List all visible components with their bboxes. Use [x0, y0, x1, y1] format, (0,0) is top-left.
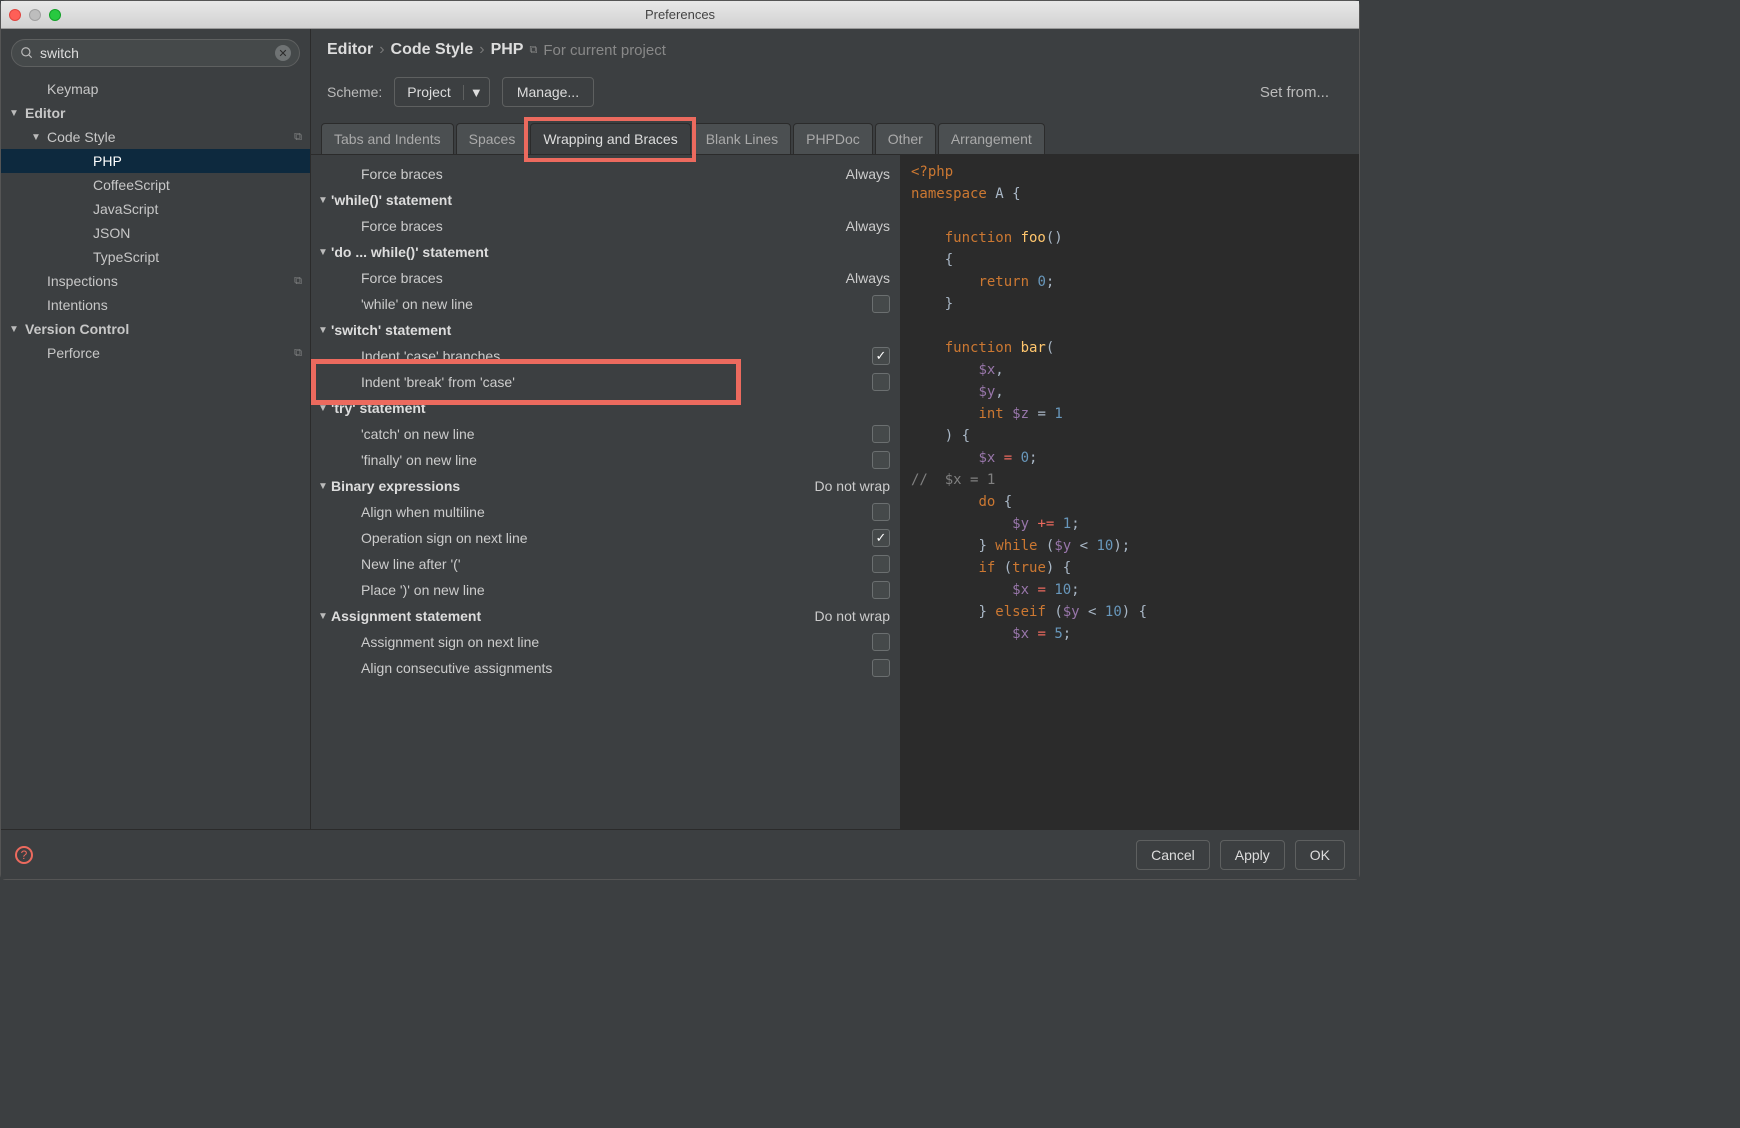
search-icon — [20, 46, 34, 60]
copy-icon: ⧉ — [294, 275, 302, 288]
option-row[interactable]: Indent 'break' from 'case' — [311, 369, 900, 395]
expand-arrow-icon: ▼ — [315, 611, 331, 622]
option-group[interactable]: ▼'switch' statement — [311, 317, 900, 343]
option-row[interactable]: 'while' on new line — [311, 291, 900, 317]
project-scope-icon: ⧉ — [529, 44, 537, 57]
tab-other[interactable]: Other — [875, 123, 936, 154]
sidebar-item-code-style[interactable]: ▼Code Style⧉ — [1, 125, 310, 149]
checkbox[interactable] — [872, 295, 890, 313]
checkbox[interactable] — [872, 529, 890, 547]
scheme-label: Scheme: — [327, 84, 382, 100]
expand-arrow-icon: ▼ — [315, 247, 331, 258]
sidebar-item-javascript[interactable]: JavaScript — [1, 197, 310, 221]
tabs: Tabs and IndentsSpacesWrapping and Brace… — [311, 117, 1359, 154]
code-preview: <?php namespace A { function foo() { ret… — [901, 155, 1359, 829]
checkbox[interactable] — [872, 555, 890, 573]
ok-button[interactable]: OK — [1295, 840, 1345, 870]
expand-arrow-icon: ▼ — [315, 195, 331, 206]
expand-arrow-icon: ▼ — [315, 325, 331, 336]
option-row[interactable]: Align consecutive assignments — [311, 655, 900, 681]
option-row[interactable]: 'catch' on new line — [311, 421, 900, 447]
options-panel: Force bracesAlways▼'while()' statementFo… — [311, 155, 901, 829]
copy-icon: ⧉ — [294, 131, 302, 144]
breadcrumb: Editor › Code Style › PHP ⧉ For current … — [311, 29, 1359, 63]
sidebar-item-json[interactable]: JSON — [1, 221, 310, 245]
checkbox[interactable] — [872, 503, 890, 521]
scheme-dropdown[interactable]: Project ▼ — [394, 77, 490, 107]
option-row[interactable]: Operation sign on next line — [311, 525, 900, 551]
search-input[interactable]: ✕ — [11, 39, 300, 67]
footer: ? Cancel Apply OK — [1, 829, 1359, 879]
tab-spaces[interactable]: Spaces — [456, 123, 529, 154]
checkbox[interactable] — [872, 633, 890, 651]
apply-button[interactable]: Apply — [1220, 840, 1285, 870]
option-row[interactable]: Place ')' on new line — [311, 577, 900, 603]
sidebar-item-perforce[interactable]: Perforce⧉ — [1, 341, 310, 365]
manage-button[interactable]: Manage... — [502, 77, 594, 107]
checkbox[interactable] — [872, 373, 890, 391]
sidebar: ✕ Keymap▼Editor▼Code Style⧉PHPCoffeeScri… — [1, 29, 311, 829]
copy-icon: ⧉ — [294, 347, 302, 360]
option-row[interactable]: Align when multiline — [311, 499, 900, 525]
main-panel: Editor › Code Style › PHP ⧉ For current … — [311, 29, 1359, 829]
option-row[interactable]: 'finally' on new line — [311, 447, 900, 473]
sidebar-item-inspections[interactable]: Inspections⧉ — [1, 269, 310, 293]
tab-blank-lines[interactable]: Blank Lines — [693, 123, 791, 154]
option-row[interactable]: Indent 'case' branches — [311, 343, 900, 369]
option-row[interactable]: Force bracesAlways — [311, 265, 900, 291]
titlebar: Preferences — [1, 1, 1359, 29]
expand-arrow-icon: ▼ — [31, 132, 45, 143]
cancel-button[interactable]: Cancel — [1136, 840, 1210, 870]
tab-wrapping-and-braces[interactable]: Wrapping and Braces — [530, 123, 690, 154]
sidebar-item-typescript[interactable]: TypeScript — [1, 245, 310, 269]
expand-arrow-icon: ▼ — [315, 403, 331, 414]
checkbox[interactable] — [872, 347, 890, 365]
tab-phpdoc[interactable]: PHPDoc — [793, 123, 873, 154]
checkbox[interactable] — [872, 581, 890, 599]
checkbox[interactable] — [872, 659, 890, 677]
option-row[interactable]: Force bracesAlways — [311, 161, 900, 187]
tab-tabs-and-indents[interactable]: Tabs and Indents — [321, 123, 454, 154]
window-title: Preferences — [1, 7, 1359, 22]
checkbox[interactable] — [872, 451, 890, 469]
help-icon[interactable]: ? — [15, 846, 33, 864]
settings-tree: Keymap▼Editor▼Code Style⧉PHPCoffeeScript… — [1, 73, 310, 829]
clear-search-icon[interactable]: ✕ — [275, 45, 291, 61]
sidebar-item-keymap[interactable]: Keymap — [1, 77, 310, 101]
sidebar-item-intentions[interactable]: Intentions — [1, 293, 310, 317]
option-row[interactable]: Assignment sign on next line — [311, 629, 900, 655]
option-row[interactable]: Force bracesAlways — [311, 213, 900, 239]
checkbox[interactable] — [872, 425, 890, 443]
chevron-down-icon: ▼ — [463, 85, 489, 100]
expand-arrow-icon: ▼ — [9, 324, 23, 335]
sidebar-item-editor[interactable]: ▼Editor — [1, 101, 310, 125]
sidebar-item-coffeescript[interactable]: CoffeeScript — [1, 173, 310, 197]
expand-arrow-icon: ▼ — [315, 481, 331, 492]
set-from-link[interactable]: Set from... — [1260, 84, 1343, 101]
option-group[interactable]: ▼Assignment statementDo not wrap — [311, 603, 900, 629]
option-group[interactable]: ▼Binary expressionsDo not wrap — [311, 473, 900, 499]
option-group[interactable]: ▼'while()' statement — [311, 187, 900, 213]
option-group[interactable]: ▼'do ... while()' statement — [311, 239, 900, 265]
option-group[interactable]: ▼'try' statement — [311, 395, 900, 421]
tab-arrangement[interactable]: Arrangement — [938, 123, 1045, 154]
sidebar-item-php[interactable]: PHP — [1, 149, 310, 173]
search-field[interactable] — [34, 45, 275, 61]
sidebar-item-version-control[interactable]: ▼Version Control — [1, 317, 310, 341]
expand-arrow-icon: ▼ — [9, 108, 23, 119]
option-row[interactable]: New line after '(' — [311, 551, 900, 577]
